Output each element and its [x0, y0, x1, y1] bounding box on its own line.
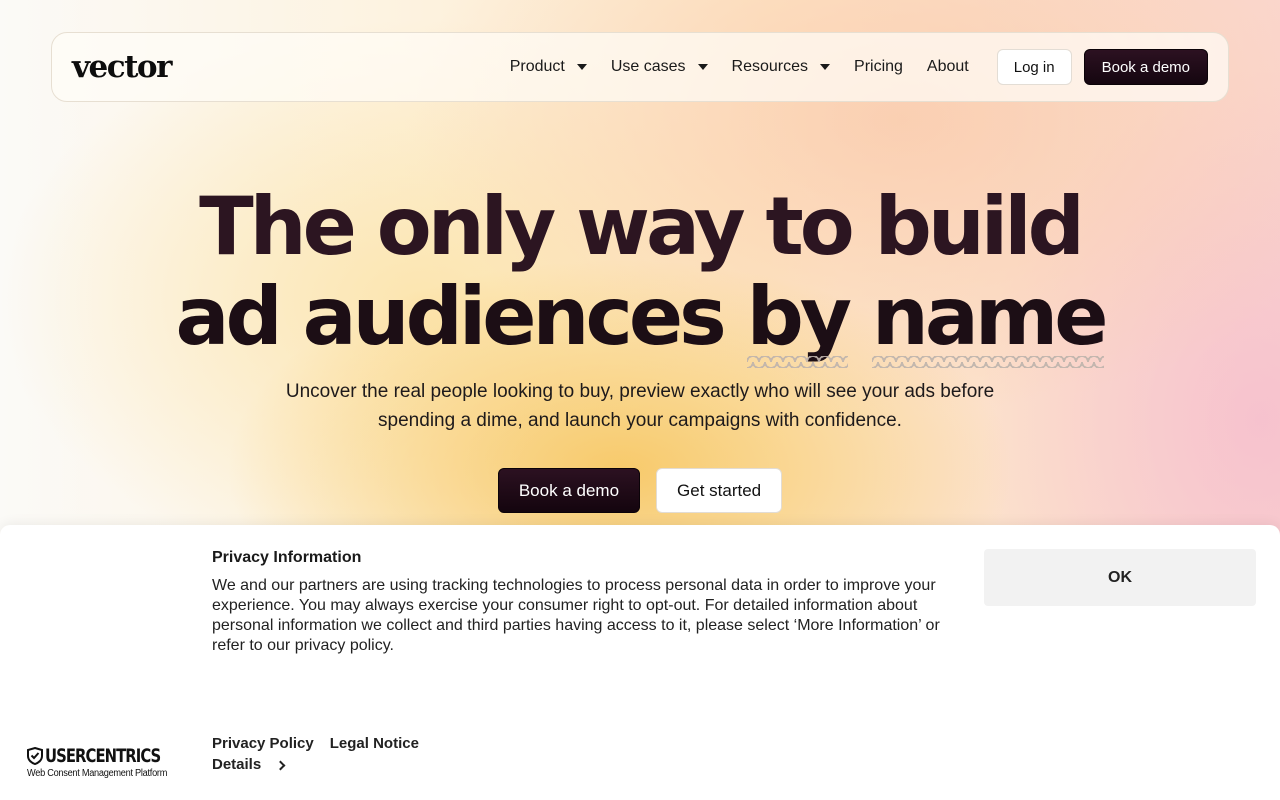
- nav-item-label: Pricing: [854, 58, 903, 75]
- nav-item-label: Resources: [731, 58, 809, 75]
- nav-book-demo-button[interactable]: Book a demo: [1083, 49, 1208, 85]
- usercentrics-brand-name: USERCENTRICS: [45, 745, 161, 767]
- nav-item-label: Use cases: [610, 58, 686, 75]
- nav-item-about[interactable]: About: [927, 58, 969, 76]
- hero-title: The only way to build ad audiences by na…: [0, 180, 1280, 368]
- consent-body: We and our partners are using tracking t…: [212, 577, 940, 654]
- legal-notice-link[interactable]: Legal Notice: [330, 735, 419, 752]
- caret-down-icon: [820, 64, 831, 70]
- caret-down-icon: [576, 64, 587, 70]
- top-navbar: vector Product Use cases Resources Prici…: [51, 32, 1229, 102]
- hero-title-underlined-by: by: [746, 270, 852, 368]
- consent-links: Privacy Policy Legal Notice: [212, 735, 419, 752]
- chevron-right-icon: [275, 760, 286, 770]
- consent-ok-button[interactable]: OK: [984, 549, 1256, 606]
- get-started-button[interactable]: Get started: [656, 468, 783, 513]
- usercentrics-logo: USERCENTRICS Web Consent Management Plat…: [27, 745, 193, 779]
- nav-item-label: Product: [509, 58, 565, 75]
- details-toggle[interactable]: Details: [212, 756, 286, 773]
- details-label: Details: [212, 756, 262, 773]
- nav-item-resources[interactable]: Resources: [731, 58, 831, 76]
- privacy-policy-link[interactable]: Privacy Policy: [212, 735, 314, 752]
- hero-title-line1: The only way to build: [199, 180, 1085, 273]
- nav-item-pricing[interactable]: Pricing: [854, 58, 903, 76]
- hero-subtitle: Uncover the real people looking to buy, …: [285, 381, 995, 431]
- shield-check-icon: [27, 747, 43, 765]
- hero-title-underlined-name: name: [871, 270, 1108, 368]
- hero-book-demo-button[interactable]: Book a demo: [497, 468, 641, 513]
- hero-cta-group: Book a demo Get started: [0, 468, 1280, 513]
- nav-item-label: About: [926, 58, 969, 75]
- nav-links: Product Use cases Resources Pricing Abou…: [510, 58, 969, 76]
- nav-buttons: Log in Book a demo: [996, 49, 1208, 85]
- hero-title-line2-part-a: ad audiences: [175, 270, 727, 363]
- login-button[interactable]: Log in: [996, 49, 1072, 85]
- vector-logo[interactable]: vector: [72, 49, 172, 85]
- consent-title: Privacy Information: [212, 549, 362, 566]
- nav-item-use-cases[interactable]: Use cases: [611, 58, 708, 76]
- nav-item-product[interactable]: Product: [510, 58, 587, 76]
- caret-down-icon: [697, 64, 708, 70]
- consent-banner: Privacy Information We and our partners …: [0, 525, 1280, 800]
- usercentrics-tagline: Web Consent Management Platform: [27, 768, 168, 779]
